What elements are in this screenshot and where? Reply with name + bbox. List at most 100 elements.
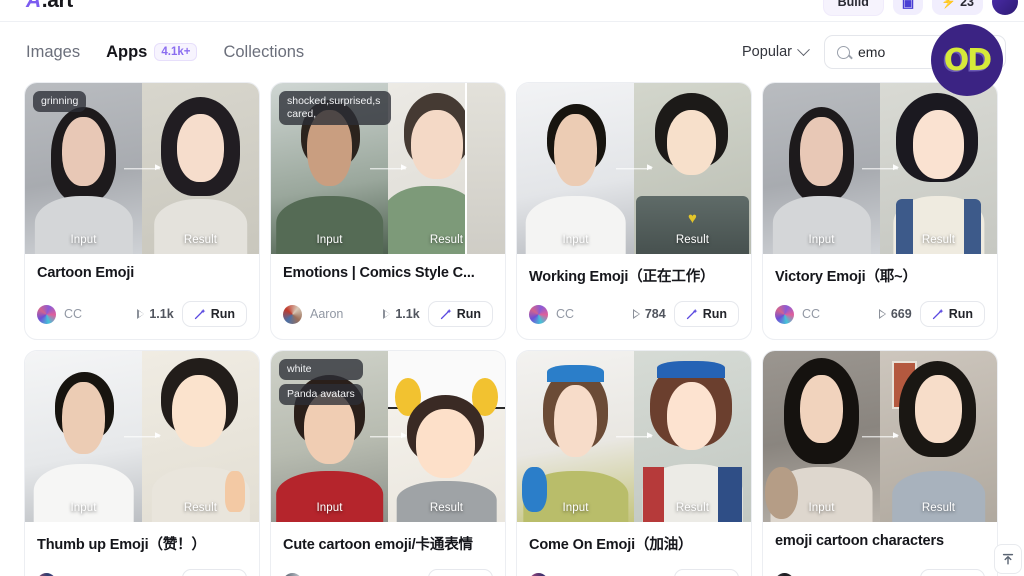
chevron-down-icon [797,42,810,56]
nav-tabs: Images Apps 4.1k+ Collections [26,43,304,62]
scroll-to-top-icon [1002,553,1014,565]
run-button[interactable]: Run [919,301,985,327]
tab-collections[interactable]: Collections [223,43,304,62]
card-footer: Run [25,569,259,576]
nav-row: Images Apps 4.1k+ Collections Popular [0,22,1024,82]
author-avatar [775,572,794,576]
run-button[interactable]: Run [673,301,739,327]
run-button-label: Run [948,307,973,321]
card-tag: Panda avatars [279,384,363,406]
card-body: Working Emoji（正在工作） [517,254,751,290]
card-tag: grinning [33,91,87,113]
play-icon [383,309,391,319]
bolt-icon: ⚡ [941,0,957,9]
author-name: CC [556,307,575,321]
card-preview: Input Result [25,351,259,522]
sort-dropdown[interactable]: Popular [742,42,810,60]
tab-images[interactable]: Images [26,43,80,62]
card-footer: CC 669 Run [763,301,997,339]
credits-button[interactable]: ⚡ 23 [932,0,983,15]
app-card[interactable]: Input Result emoji cartoon characters Ru… [762,350,998,576]
search-icon [837,45,850,59]
card-body: Cute cartoon emoji/卡通表情 [271,522,505,558]
card-body: Emotions | Comics Style C... [271,254,505,290]
transform-arrow-icon [862,163,899,172]
card-footer: Run [271,569,505,576]
run-count-value: 1.1k [149,307,174,321]
run-button[interactable]: Run [181,301,247,327]
rewards-button[interactable]: ▣ [892,0,924,15]
transform-arrow-icon [124,431,161,440]
author-avatar [775,304,794,324]
transform-arrow-icon [370,163,407,172]
tab-collections-label: Collections [223,42,305,61]
build-button[interactable]: Build [822,0,884,16]
run-button[interactable]: Run [427,569,493,576]
card-tag: shocked,surprised,scared, [279,91,391,126]
card-preview: Input Result [763,351,997,522]
credits-count: 23 [960,0,974,9]
run-button-label: Run [702,307,727,321]
app-card[interactable]: grinning Input Result Cartoon Emoji CC 1… [24,82,260,340]
card-footer: Run [763,569,997,576]
run-count-value: 784 [644,307,666,321]
card-footer: CC 1.1k Run [25,301,259,339]
transform-arrow-icon [862,431,899,440]
card-title: Cute cartoon emoji/卡通表情 [283,537,473,553]
app-card[interactable]: Input Result Thumb up Emoji（赞！） Run [24,350,260,576]
profile-avatar-initials: OD [943,42,992,78]
run-count-value: 669 [890,307,912,321]
wand-icon [932,308,944,320]
card-body: Victory Emoji（耶~） [763,254,997,290]
card-footer: CC 784 Run [517,301,751,339]
run-count: 1.1k [137,307,174,321]
author-avatar [529,572,548,576]
top-bar-actions: Build ▣ ⚡ 23 [822,0,1018,16]
card-title: Victory Emoji（耶~） [775,269,917,285]
card-title: Thumb up Emoji（赞！） [37,537,206,553]
author-avatar [283,572,302,576]
run-button[interactable]: Run [673,569,739,576]
run-button[interactable]: Run [427,301,493,327]
card-preview: Input Result [517,351,751,522]
transform-arrow-icon [616,163,653,172]
app-card[interactable]: shocked,surprised,scared, Input Result E… [270,82,506,340]
profile-avatar-overlay[interactable]: OD [931,24,1003,96]
run-count: 1.1k [383,307,420,321]
card-title: Emotions | Comics Style C... [283,265,475,281]
app-card[interactable]: white Panda avatars Input Result Cute ca… [270,350,506,576]
author-name: CC [64,307,83,321]
card-footer: Aaron 1.1k Run [271,301,505,339]
play-icon [878,309,886,319]
run-button[interactable]: Run [919,569,985,576]
brand-logo[interactable]: A .art [26,0,73,13]
scroll-to-top-button[interactable] [994,544,1022,574]
transform-arrow-icon [370,431,407,440]
card-tags: grinning [33,91,87,113]
card-body: Cartoon Emoji [25,254,259,290]
card-body: Thumb up Emoji（赞！） [25,522,259,558]
card-tags: shocked,surprised,scared, [279,91,391,126]
run-count: 784 [632,307,666,321]
tab-apps[interactable]: Apps 4.1k+ [106,43,198,62]
card-title: Cartoon Emoji [37,265,135,281]
card-body: Come On Emoji（加油） [517,522,751,558]
run-count: 669 [878,307,912,321]
app-card[interactable]: Input Result Victory Emoji（耶~） CC 669 Ru… [762,82,998,340]
transform-arrow-icon [616,431,653,440]
top-bar: A .art Build ▣ ⚡ 23 [0,0,1024,22]
card-preview: Input Result [763,83,997,254]
app-card[interactable]: ♥ Input Result Working Emoji（正在工作） CC 78… [516,82,752,340]
user-avatar[interactable] [992,0,1018,15]
wand-icon [440,308,452,320]
run-count-value: 1.1k [395,307,420,321]
run-button-label: Run [210,307,235,321]
run-button[interactable]: Run [181,569,247,576]
author-avatar [37,572,56,576]
author-name: CC [802,307,821,321]
author-avatar [37,304,56,324]
play-icon [632,309,640,319]
app-card[interactable]: Input Result Come On Emoji（加油） Run [516,350,752,576]
card-preview: shocked,surprised,scared, Input Result [271,83,505,254]
gift-icon: ▣ [901,0,915,10]
